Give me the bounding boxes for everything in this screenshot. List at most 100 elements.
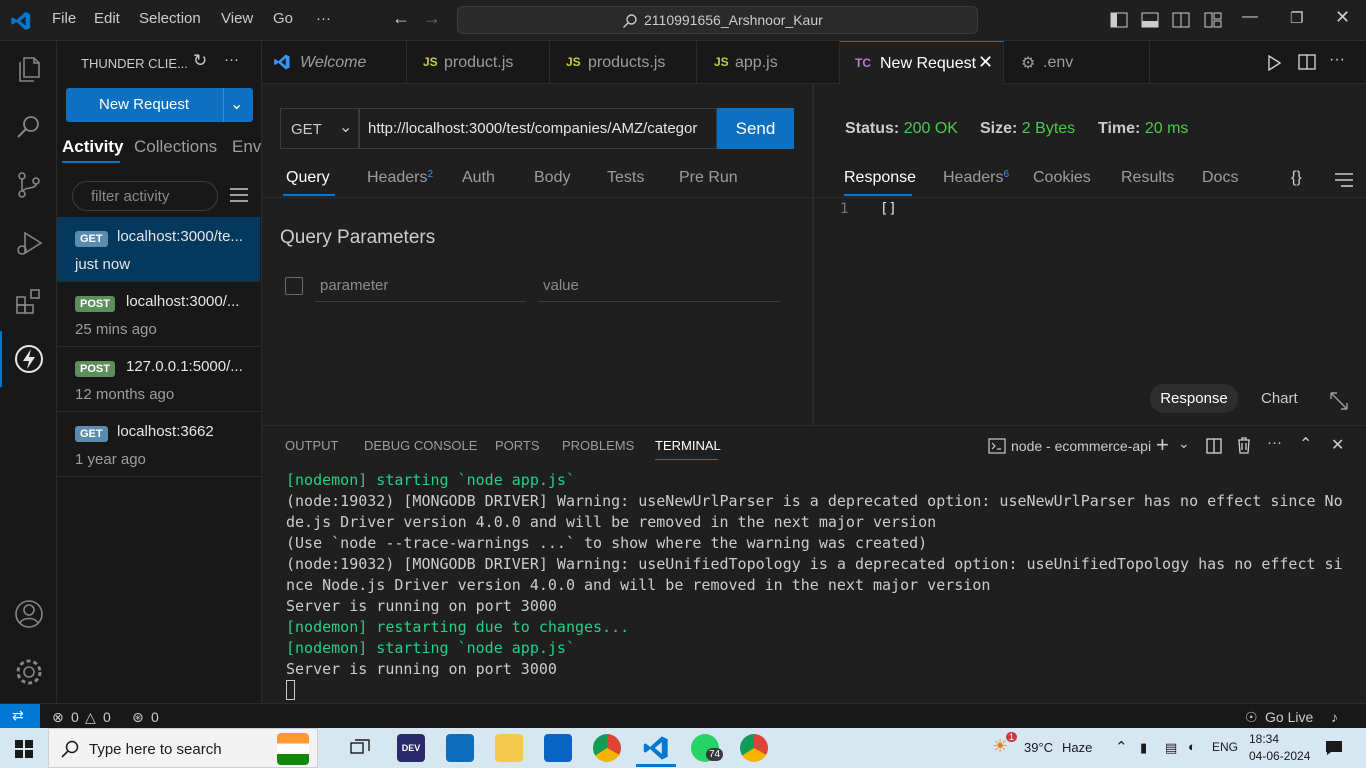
- customize-layout-icon[interactable]: [1204, 12, 1222, 28]
- more-actions-icon[interactable]: ···: [1267, 434, 1282, 451]
- search-icon[interactable]: [13, 111, 45, 143]
- method-select[interactable]: GET ⌄: [280, 108, 359, 149]
- view-response-button[interactable]: Response: [1150, 384, 1238, 413]
- tab-query[interactable]: Query: [286, 169, 330, 187]
- tab-env[interactable]: Env: [232, 137, 261, 157]
- split-terminal-icon[interactable]: [1206, 438, 1222, 454]
- activity-item[interactable]: GET localhost:3662 1 year ago: [57, 412, 260, 477]
- forward-arrow-icon[interactable]: →: [423, 8, 441, 29]
- parameter-checkbox[interactable]: [285, 277, 303, 295]
- tab-products-js[interactable]: JS products.js: [550, 41, 697, 84]
- clock-time[interactable]: 18:34: [1249, 732, 1279, 746]
- extensions-icon[interactable]: [13, 285, 45, 317]
- tab-response-headers[interactable]: Headers6: [943, 169, 1009, 187]
- chrome-profile-icon[interactable]: [740, 734, 768, 762]
- tab-tests[interactable]: Tests: [607, 169, 644, 187]
- back-arrow-icon[interactable]: ←: [392, 8, 410, 29]
- weather-text[interactable]: Haze: [1062, 740, 1092, 755]
- error-count[interactable]: 0: [71, 709, 79, 725]
- maximize-panel-icon[interactable]: ⌃: [1299, 434, 1312, 454]
- vscode-logo-icon[interactable]: [10, 10, 32, 32]
- source-control-icon[interactable]: [13, 169, 45, 201]
- new-terminal-icon[interactable]: +: [1156, 432, 1169, 458]
- menu-lines-icon[interactable]: [1335, 173, 1353, 187]
- warning-icon[interactable]: △: [85, 709, 96, 726]
- menu-more[interactable]: ···: [316, 10, 331, 27]
- go-live-button[interactable]: Go Live: [1265, 709, 1313, 725]
- taskbar-search[interactable]: Type here to search: [48, 728, 318, 768]
- menu-lines-icon[interactable]: [230, 188, 248, 202]
- broadcast-icon[interactable]: ☉: [1245, 709, 1258, 726]
- send-button[interactable]: Send: [717, 108, 794, 149]
- terminal-output[interactable]: [nodemon] starting `node app.js` (node:19…: [286, 470, 1346, 680]
- network-icon[interactable]: ▤: [1165, 740, 1177, 756]
- chevron-up-icon[interactable]: ⌃: [1115, 738, 1128, 756]
- windows-start-icon[interactable]: [15, 740, 33, 758]
- wifi-icon[interactable]: ◐: [1188, 739, 1196, 754]
- notification-center-icon[interactable]: [1325, 740, 1343, 756]
- menu-edit[interactable]: Edit: [94, 10, 120, 27]
- tab-docs[interactable]: Docs: [1202, 169, 1238, 187]
- tab-env[interactable]: ⚙ .env: [1004, 41, 1150, 84]
- tab-ports[interactable]: PORTS: [495, 438, 540, 453]
- tab-output[interactable]: OUTPUT: [285, 438, 338, 453]
- mail-icon[interactable]: [544, 734, 572, 762]
- menu-go[interactable]: Go: [273, 10, 293, 27]
- more-actions-icon[interactable]: ···: [224, 51, 239, 68]
- store-icon[interactable]: [446, 734, 474, 762]
- tab-body[interactable]: Body: [534, 169, 570, 187]
- command-center[interactable]: 2110991656_Arshnoor_Kaur: [457, 6, 978, 34]
- menu-view[interactable]: View: [221, 10, 253, 27]
- value-input[interactable]: value: [538, 270, 780, 302]
- warning-count[interactable]: 0: [103, 709, 111, 725]
- dev-app-icon[interactable]: DEV: [397, 734, 425, 762]
- menu-file[interactable]: File: [52, 10, 76, 27]
- tab-headers[interactable]: Headers2: [367, 169, 433, 187]
- notifications-bell-icon[interactable]: ♪: [1331, 709, 1338, 725]
- task-view-icon[interactable]: [350, 739, 370, 757]
- tab-auth[interactable]: Auth: [462, 169, 495, 187]
- thunder-client-icon[interactable]: [13, 343, 45, 375]
- restore-icon[interactable]: ❐: [1290, 9, 1303, 27]
- ports-count[interactable]: 0: [151, 709, 159, 725]
- toggle-panel-icon[interactable]: [1141, 12, 1159, 28]
- terminal-name[interactable]: node - ecommerce-api: [1011, 438, 1151, 454]
- url-input[interactable]: http://localhost:3000/test/companies/AMZ…: [359, 108, 717, 149]
- tab-debug-console[interactable]: DEBUG CONSOLE: [364, 438, 477, 453]
- explorer-icon[interactable]: [13, 53, 45, 85]
- chevron-down-icon[interactable]: ⌄: [230, 94, 243, 114]
- split-editor-icon[interactable]: [1298, 54, 1316, 70]
- close-tab-icon[interactable]: ✕: [978, 52, 993, 73]
- refresh-icon[interactable]: ↻: [193, 51, 207, 71]
- tab-response[interactable]: Response: [844, 169, 916, 187]
- tab-terminal[interactable]: TERMINAL: [655, 438, 721, 453]
- format-json-icon[interactable]: {}: [1291, 169, 1302, 187]
- filter-activity-input[interactable]: filter activity: [72, 181, 218, 211]
- activity-item[interactable]: POST 127.0.0.1:5000/... 12 months ago: [57, 347, 260, 412]
- parameter-input[interactable]: parameter: [315, 270, 526, 302]
- minimize-icon[interactable]: —: [1242, 8, 1258, 26]
- tab-pre-run[interactable]: Pre Run: [679, 169, 738, 187]
- activity-item[interactable]: POST localhost:3000/... 25 mins ago: [57, 282, 260, 347]
- tab-collections[interactable]: Collections: [134, 137, 217, 157]
- error-icon[interactable]: ⊗: [52, 709, 64, 726]
- ports-icon[interactable]: ⊛: [132, 709, 144, 726]
- remote-button[interactable]: ⇄: [0, 704, 40, 729]
- new-request-button[interactable]: New Request ⌄: [66, 88, 253, 122]
- activity-item[interactable]: GET localhost:3000/te... just now: [57, 217, 260, 282]
- tab-problems[interactable]: PROBLEMS: [562, 438, 634, 453]
- close-window-icon[interactable]: ✕: [1335, 7, 1350, 28]
- file-explorer-icon[interactable]: [495, 734, 523, 762]
- manage-gear-icon[interactable]: [13, 656, 45, 688]
- run-icon[interactable]: [1267, 55, 1281, 71]
- clock-date[interactable]: 04-06-2024: [1249, 749, 1310, 763]
- tab-app-js[interactable]: JS app.js: [697, 41, 840, 84]
- toggle-sidebar-icon[interactable]: [1110, 12, 1128, 28]
- tab-welcome[interactable]: Welcome: [262, 41, 407, 84]
- language-indicator[interactable]: ENG: [1212, 740, 1238, 754]
- view-chart-button[interactable]: Chart: [1261, 390, 1298, 407]
- accounts-icon[interactable]: [13, 598, 45, 630]
- vscode-taskbar-icon[interactable]: [642, 734, 670, 762]
- tab-results[interactable]: Results: [1121, 169, 1174, 187]
- tab-cookies[interactable]: Cookies: [1033, 169, 1091, 187]
